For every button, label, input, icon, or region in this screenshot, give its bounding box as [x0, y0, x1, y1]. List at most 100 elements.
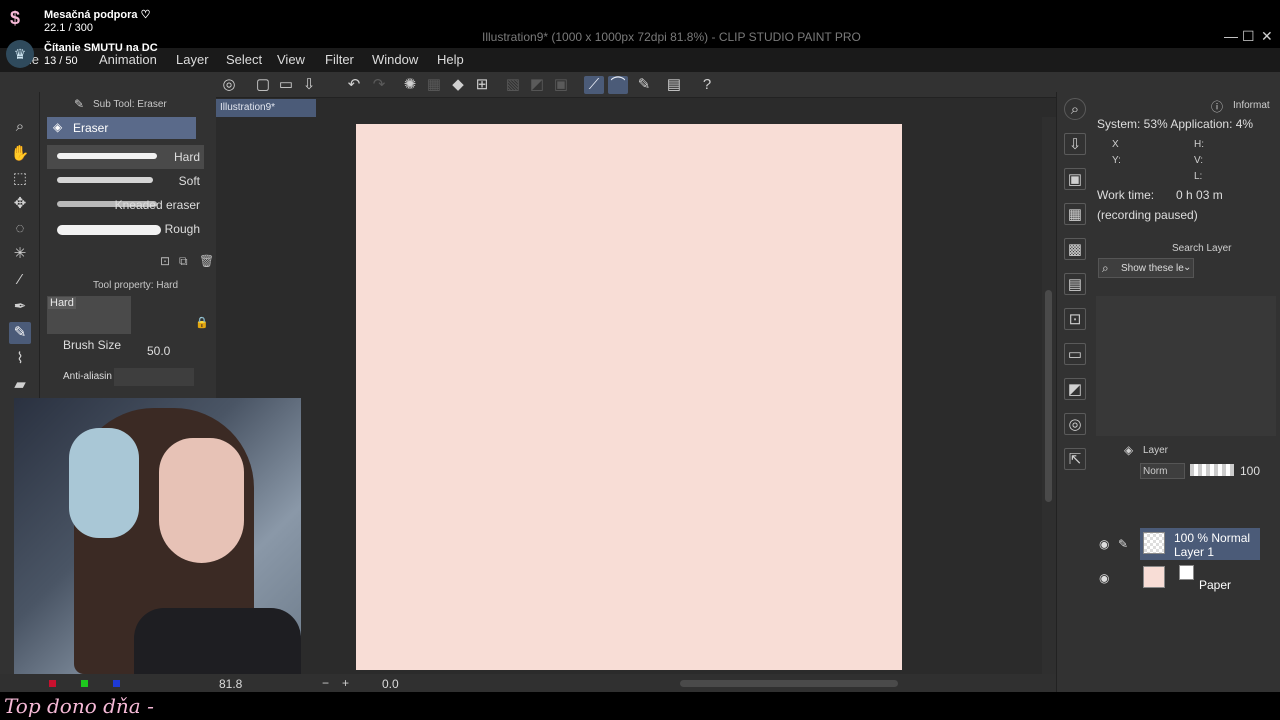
antialias-label: Anti-aliasin [63, 371, 112, 382]
eyedropper-icon[interactable]: ⁄ [9, 269, 31, 291]
menu-select[interactable]: Select [226, 52, 262, 67]
undo-icon[interactable]: ↶ [344, 76, 364, 94]
loading-icon[interactable]: ✺ [400, 76, 420, 94]
search-layer-dropdown-label: Show these le [1121, 263, 1184, 274]
menu-layer[interactable]: Layer [176, 52, 209, 67]
info-icon: ⓘ [1211, 100, 1224, 114]
hand-icon[interactable]: ✋ [9, 143, 31, 165]
color-swatch-green[interactable] [81, 680, 88, 687]
navigator-icon[interactable]: ⌕ [1064, 98, 1086, 120]
color-set-icon[interactable]: ▩ [1064, 238, 1086, 260]
eye-icon[interactable]: ◉ [1099, 537, 1109, 551]
sub-tool-group-header[interactable]: ◈ Eraser [47, 117, 196, 139]
layer-tab[interactable]: Layer [1143, 445, 1168, 456]
snap-grid-icon[interactable]: ✎ [634, 76, 654, 94]
color-swatch-blue[interactable] [113, 680, 120, 687]
animation-cels-icon[interactable]: ▭ [1064, 343, 1086, 365]
menu-window[interactable]: Window [372, 52, 418, 67]
brush-icon[interactable]: ⌇ [9, 348, 31, 370]
vertical-scroll-thumb[interactable] [1045, 290, 1052, 502]
brush-label: Kneaded eraser [114, 198, 200, 212]
l-label: L: [1194, 171, 1203, 182]
search-layer-tab[interactable]: Search Layer [1172, 243, 1231, 254]
delete-subtool-icon[interactable]: 🗑 [199, 254, 214, 268]
new-file-icon[interactable]: ▢ [253, 76, 273, 94]
y-label: Y: [1112, 155, 1121, 166]
export-icon[interactable]: ⇱ [1064, 448, 1086, 470]
auto-actions-icon[interactable]: ⊡ [1064, 308, 1086, 330]
copy-subtool-icon[interactable]: ⧉ [179, 254, 188, 269]
zoom-icon[interactable]: ⌕ [9, 116, 31, 138]
lock-icon[interactable]: 🔒 [195, 316, 209, 329]
operation-icon[interactable]: ⬚ [9, 168, 31, 190]
eraser-icon[interactable]: ▰ [9, 374, 31, 396]
eye-icon[interactable]: ◉ [1099, 571, 1109, 585]
zoom-value[interactable]: 81.8 [219, 677, 242, 691]
color-swatch-red[interactable] [49, 680, 56, 687]
rotation-value[interactable]: 0.0 [382, 677, 399, 691]
eraser-group-icon: ◈ [53, 120, 63, 134]
document-tab[interactable]: Illustration9* [216, 99, 316, 117]
search-layer-dropdown[interactable]: ⌕ Show these le ⌄ [1098, 258, 1194, 278]
fill-icon[interactable]: ◆ [448, 76, 468, 94]
menu-filter[interactable]: Filter [325, 52, 354, 67]
close-icon[interactable]: ✕ [1261, 28, 1273, 45]
brush-row-soft[interactable]: Soft [47, 169, 204, 193]
transform-icon[interactable]: ⊞ [472, 76, 492, 94]
history-icon[interactable]: ▤ [1064, 273, 1086, 295]
brush-row-hard[interactable]: Hard [47, 145, 204, 169]
minimize-icon[interactable]: — [1224, 28, 1238, 44]
clip-studio-icon[interactable]: ◎ [219, 76, 239, 94]
invert-selection-icon[interactable]: ◩ [527, 76, 547, 94]
opacity-slider[interactable] [1190, 464, 1234, 476]
brush-label: Hard [173, 150, 200, 164]
menu-animation[interactable]: Animation [99, 52, 157, 67]
menu-help[interactable]: Help [437, 52, 464, 67]
pencil-icon[interactable]: ✎ [9, 322, 31, 344]
layer-row[interactable]: 100 % Normal Layer 1 [1140, 528, 1260, 560]
layers-icon: ◈ [1124, 443, 1134, 457]
brush-row-rough[interactable]: Rough [47, 217, 204, 241]
work-time-label: Work time: [1097, 188, 1155, 202]
blend-mode-select[interactable]: Norm [1140, 463, 1185, 479]
material-icon[interactable]: ⇩ [1064, 133, 1086, 155]
x-label: X [1112, 139, 1119, 150]
add-subtool-icon[interactable]: ⊡ [160, 254, 170, 268]
snap-special-ruler-icon[interactable]: ⌒ [608, 76, 628, 94]
pen-icon[interactable]: ✒ [9, 296, 31, 318]
maximize-icon[interactable]: ☐ [1242, 28, 1255, 45]
webcam-feed [14, 398, 301, 674]
snap-ruler-icon[interactable]: ⟋ [584, 76, 604, 94]
stream-bottom-bar [0, 692, 1280, 720]
clear-icon[interactable]: ▦ [424, 76, 444, 94]
zoom-out-icon[interactable]: − [322, 676, 329, 690]
brush-size-value[interactable]: 50.0 [147, 344, 170, 358]
timeline-icon[interactable]: ◩ [1064, 378, 1086, 400]
tablet-icon[interactable]: ▤ [664, 76, 684, 94]
sub-view-icon[interactable]: ▣ [1064, 168, 1086, 190]
info-tab-label[interactable]: Informat [1233, 100, 1270, 111]
opacity-value[interactable]: 100 [1240, 464, 1260, 478]
layer-property-icon[interactable]: ▦ [1064, 203, 1086, 225]
help-icon[interactable]: ? [697, 76, 717, 94]
chevron-down-icon: ⌄ [1183, 262, 1192, 273]
save-icon[interactable]: ⇩ [299, 76, 319, 94]
move-layer-icon[interactable]: ✥ [9, 193, 31, 215]
horizontal-scroll-thumb[interactable] [680, 680, 898, 687]
sub-tool-menu-icon[interactable]: ✎ [74, 97, 84, 111]
deselect-icon[interactable]: ▧ [503, 76, 523, 94]
item-bank-icon[interactable]: ◎ [1064, 413, 1086, 435]
layer-name: Paper [1199, 578, 1232, 592]
zoom-in-icon[interactable]: + [342, 676, 349, 690]
canvas-paper[interactable] [356, 124, 902, 670]
antialias-selector[interactable] [114, 368, 194, 386]
lasso-icon[interactable]: ◌ [9, 218, 31, 240]
menu-view[interactable]: View [277, 52, 305, 67]
dollar-icon: $ [10, 8, 21, 28]
crop-icon[interactable]: ▣ [551, 76, 571, 94]
open-folder-icon[interactable]: ▭ [276, 76, 296, 94]
redo-icon[interactable]: ↷ [369, 76, 389, 94]
magic-wand-icon[interactable]: ✳ [9, 243, 31, 265]
brush-row-kneaded[interactable]: Kneaded eraser [47, 193, 204, 217]
h-label: H: [1194, 139, 1204, 150]
